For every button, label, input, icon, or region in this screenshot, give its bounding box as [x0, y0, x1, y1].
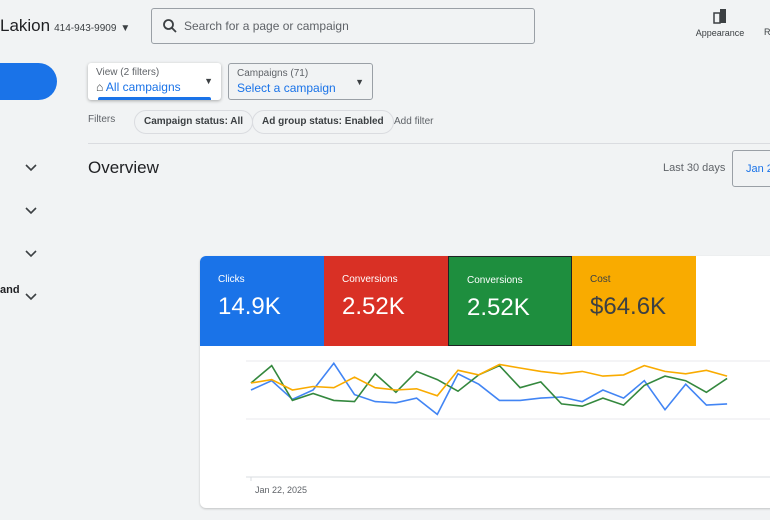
- series-line-1: [250, 364, 728, 408]
- chevron-down-icon[interactable]: [24, 161, 38, 175]
- metric-tile-clicks[interactable]: Clicks 14.9K: [200, 256, 324, 346]
- date-range-label: Last 30 days: [663, 162, 726, 174]
- search-input[interactable]: Search for a page or campaign: [151, 8, 535, 44]
- account-phone: 414-943-9909: [54, 23, 117, 34]
- search-placeholder: Search for a page or campaign: [184, 19, 349, 33]
- view-value: All campaigns: [105, 80, 181, 94]
- divider: [88, 143, 770, 144]
- chevron-down-icon[interactable]: [24, 290, 38, 304]
- metric-tile-conversions[interactable]: Conversions 2.52K: [324, 256, 448, 346]
- date-range-button[interactable]: Jan 2: [732, 150, 770, 187]
- overview-card: Clicks 14.9K Conversions 2.52K Conversions…: [200, 256, 770, 508]
- metric-label: Conversions: [467, 275, 523, 286]
- appearance-icon: [713, 9, 726, 24]
- chevron-down-icon[interactable]: [24, 204, 38, 218]
- search-icon: [163, 19, 177, 33]
- appearance-label: Appearance: [695, 28, 745, 38]
- add-filter-button[interactable]: Add filter: [394, 116, 433, 127]
- metric-label: Clicks: [218, 274, 245, 285]
- campaigns-dropdown[interactable]: Campaigns (71) Select a campaign ▼: [228, 63, 373, 100]
- dropdown-arrow-icon: ▼: [204, 76, 213, 86]
- account-name: Lakion: [0, 16, 51, 35]
- x-tick-label: Jan 22, 2025: [255, 485, 307, 495]
- metric-tile-cost[interactable]: Cost $64.6K: [572, 256, 696, 346]
- view-label: View (2 filters): [96, 67, 160, 78]
- sidebar-item-label: and: [0, 284, 20, 296]
- account-switcher[interactable]: Lakion 414-943-9909 ▼: [0, 16, 130, 36]
- active-indicator: [98, 97, 211, 100]
- page-title: Overview: [88, 158, 159, 177]
- filters-label: Filters: [88, 114, 116, 125]
- dropdown-arrow-icon: ▼: [355, 77, 364, 87]
- campaigns-label: Campaigns (71): [237, 68, 309, 79]
- metric-value: 2.52K: [342, 293, 405, 320]
- metric-value: 2.52K: [467, 294, 530, 321]
- metric-label: Cost: [590, 274, 611, 285]
- chevron-down-icon[interactable]: [24, 247, 38, 261]
- truncated-header-button[interactable]: R: [764, 27, 770, 37]
- metric-label: Conversions: [342, 274, 398, 285]
- filter-chip-campaign-status[interactable]: Campaign status: All: [134, 110, 254, 134]
- create-button[interactable]: [0, 63, 57, 100]
- filter-chip-ad-group-status[interactable]: Ad group status: Enabled: [252, 110, 394, 134]
- metric-value: $64.6K: [590, 293, 667, 320]
- appearance-button[interactable]: Appearance: [694, 8, 746, 38]
- campaigns-value: Select a campaign: [237, 81, 336, 95]
- view-dropdown[interactable]: View (2 filters) ⌂ All campaigns ▼: [88, 63, 221, 100]
- metric-value: 14.9K: [218, 293, 281, 320]
- performance-chart: Jan 22, 2025: [246, 360, 770, 495]
- home-icon: ⌂: [96, 80, 104, 94]
- metric-tile-conversions-2[interactable]: Conversions 2.52K: [448, 256, 572, 346]
- caret-down-icon: ▼: [120, 23, 131, 34]
